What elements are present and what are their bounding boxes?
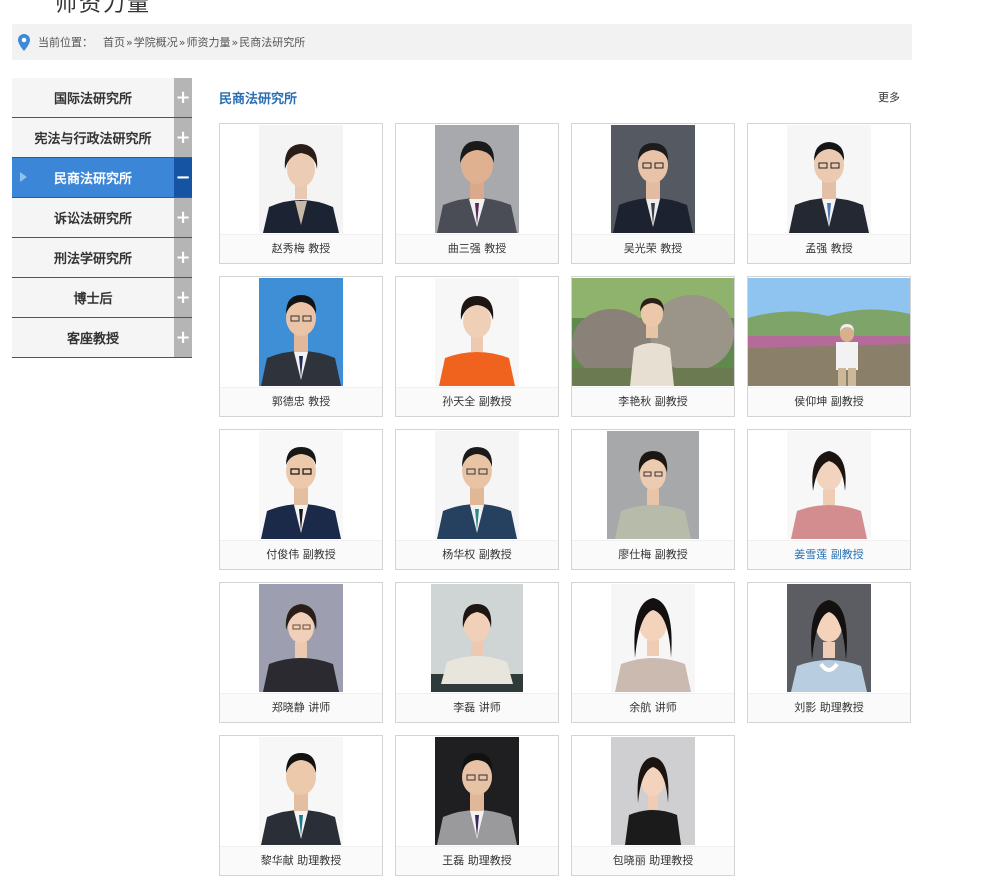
faculty-name[interactable]: 孟强 教授 <box>748 234 910 263</box>
faculty-photo[interactable] <box>748 278 910 386</box>
sidebar-item-label: 刑法学研究所 <box>53 252 132 267</box>
sidebar-item-visiting-professors[interactable]: 客座教授 + <box>12 318 192 358</box>
faculty-photo[interactable] <box>787 125 871 233</box>
plus-icon[interactable]: + <box>174 198 192 237</box>
faculty-card[interactable]: 郑晓静 讲师 <box>219 582 383 723</box>
sidebar-item-civil-commercial-law[interactable]: 民商法研究所 − <box>12 158 192 198</box>
faculty-card[interactable]: 黎华献 助理教授 <box>219 735 383 876</box>
faculty-photo[interactable] <box>435 125 519 233</box>
faculty-name[interactable]: 杨华权 副教授 <box>396 540 558 569</box>
sidebar-item-constitutional-law[interactable]: 宪法与行政法研究所 + <box>12 118 192 158</box>
faculty-card[interactable]: 侯仰坤 副教授 <box>747 276 911 417</box>
faculty-name[interactable]: 吴光荣 教授 <box>572 234 734 263</box>
sidebar-item-label: 国际法研究所 <box>53 92 132 107</box>
plus-icon[interactable]: + <box>174 118 192 157</box>
faculty-photo[interactable] <box>259 278 343 386</box>
breadcrumb-current[interactable]: 民商法研究所 <box>239 34 305 50</box>
breadcrumb: 当前位置： 首页 » 学院概况 » 师资力量 » 民商法研究所 <box>12 24 912 60</box>
faculty-name[interactable]: 李艳秋 副教授 <box>572 387 734 416</box>
sidebar-item-postdoc[interactable]: 博士后 + <box>12 278 192 318</box>
breadcrumb-separator: » <box>231 35 239 49</box>
sidebar-item-label: 博士后 <box>73 292 113 307</box>
sidebar-item-label: 客座教授 <box>66 332 119 347</box>
faculty-name[interactable]: 孙天全 副教授 <box>396 387 558 416</box>
faculty-name[interactable]: 侯仰坤 副教授 <box>748 387 910 416</box>
faculty-name[interactable]: 包晓丽 助理教授 <box>572 846 734 875</box>
minus-icon[interactable]: − <box>174 158 192 197</box>
faculty-photo[interactable] <box>259 737 343 845</box>
faculty-name[interactable]: 曲三强 教授 <box>396 234 558 263</box>
faculty-card[interactable]: 李艳秋 副教授 <box>571 276 735 417</box>
faculty-photo[interactable] <box>435 737 519 845</box>
faculty-card[interactable]: 余航 讲师 <box>571 582 735 723</box>
breadcrumb-about-link[interactable]: 学院概况 <box>134 34 178 50</box>
faculty-photo[interactable] <box>259 431 343 539</box>
plus-icon[interactable]: + <box>174 238 192 277</box>
plus-icon[interactable]: + <box>174 278 192 317</box>
faculty-photo[interactable] <box>431 584 523 692</box>
breadcrumb-separator: » <box>178 35 186 49</box>
faculty-photo[interactable] <box>607 431 699 539</box>
faculty-photo[interactable] <box>259 125 343 233</box>
faculty-card[interactable]: 郭德忠 教授 <box>219 276 383 417</box>
breadcrumb-label: 当前位置： <box>38 36 93 49</box>
faculty-card[interactable]: 王磊 助理教授 <box>395 735 559 876</box>
faculty-photo[interactable] <box>611 125 695 233</box>
sidebar-item-label: 宪法与行政法研究所 <box>34 132 152 147</box>
faculty-card[interactable]: 赵秀梅 教授 <box>219 123 383 264</box>
faculty-card[interactable]: 孟强 教授 <box>747 123 911 264</box>
faculty-card[interactable]: 付俊伟 副教授 <box>219 429 383 570</box>
breadcrumb-separator: » <box>126 35 133 49</box>
faculty-name[interactable]: 付俊伟 副教授 <box>220 540 382 569</box>
breadcrumb-faculty-link[interactable]: 师资力量 <box>186 34 230 50</box>
faculty-name[interactable]: 姜雪莲 副教授 <box>748 540 910 569</box>
faculty-card[interactable]: 曲三强 教授 <box>395 123 559 264</box>
faculty-name[interactable]: 郭德忠 教授 <box>220 387 382 416</box>
more-link[interactable]: 更多 <box>878 89 900 105</box>
breadcrumb-home-link[interactable]: 首页 <box>103 34 125 50</box>
sidebar-item-procedural-law[interactable]: 诉讼法研究所 + <box>12 198 192 238</box>
faculty-photo[interactable] <box>787 431 871 539</box>
section-title: 民商法研究所 <box>219 92 298 107</box>
faculty-name[interactable]: 王磊 助理教授 <box>396 846 558 875</box>
faculty-photo[interactable] <box>611 737 695 845</box>
sidebar: 国际法研究所 + 宪法与行政法研究所 + 民商法研究所 − 诉讼法研究所 + 刑… <box>12 78 192 358</box>
faculty-name[interactable]: 廖仕梅 副教授 <box>572 540 734 569</box>
faculty-name[interactable]: 郑晓静 讲师 <box>220 693 382 722</box>
sidebar-item-international-law[interactable]: 国际法研究所 + <box>12 78 192 118</box>
faculty-photo[interactable] <box>572 278 734 386</box>
sidebar-item-label: 民商法研究所 <box>53 172 132 187</box>
plus-icon[interactable]: + <box>174 78 192 117</box>
faculty-grid: 赵秀梅 教授 曲三强 教授 吴光荣 教授 孟强 教授 郭德忠 教授 孙天全 副教… <box>219 123 911 876</box>
faculty-card[interactable]: 包晓丽 助理教授 <box>571 735 735 876</box>
faculty-card[interactable]: 李磊 讲师 <box>395 582 559 723</box>
faculty-card[interactable]: 杨华权 副教授 <box>395 429 559 570</box>
faculty-photo[interactable] <box>259 584 343 692</box>
faculty-name[interactable]: 李磊 讲师 <box>396 693 558 722</box>
arrow-right-icon <box>20 172 27 182</box>
faculty-name[interactable]: 黎华献 助理教授 <box>220 846 382 875</box>
plus-icon[interactable]: + <box>174 318 192 357</box>
faculty-photo[interactable] <box>435 431 519 539</box>
faculty-photo[interactable] <box>611 584 695 692</box>
faculty-photo[interactable] <box>435 278 519 386</box>
sidebar-item-criminal-law[interactable]: 刑法学研究所 + <box>12 238 192 278</box>
sidebar-item-label: 诉讼法研究所 <box>53 212 132 227</box>
location-pin-icon <box>18 33 30 51</box>
faculty-card[interactable]: 姜雪莲 副教授 <box>747 429 911 570</box>
faculty-name[interactable]: 赵秀梅 教授 <box>220 234 382 263</box>
faculty-photo[interactable] <box>787 584 871 692</box>
faculty-card[interactable]: 吴光荣 教授 <box>571 123 735 264</box>
faculty-name[interactable]: 余航 讲师 <box>572 693 734 722</box>
faculty-card[interactable]: 刘影 助理教授 <box>747 582 911 723</box>
faculty-card[interactable]: 孙天全 副教授 <box>395 276 559 417</box>
faculty-name[interactable]: 刘影 助理教授 <box>748 693 910 722</box>
faculty-card[interactable]: 廖仕梅 副教授 <box>571 429 735 570</box>
page-title: 师资力量 <box>55 0 152 17</box>
